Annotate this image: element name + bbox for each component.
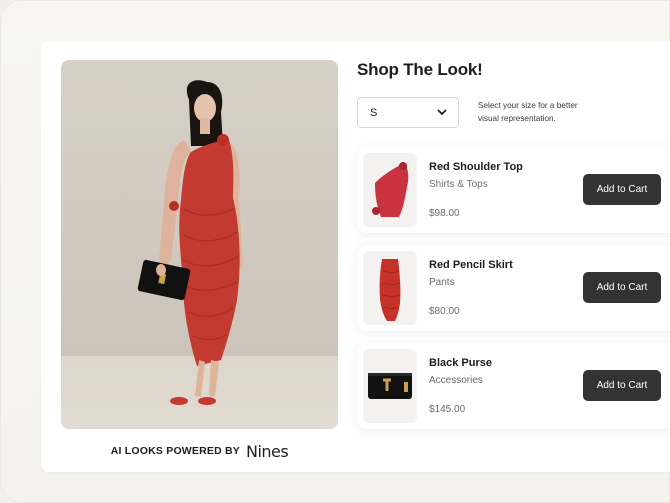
product-card: Red Shoulder Top Shirts & Tops $98.00 Ad… (357, 147, 670, 233)
red-skirt-image (379, 259, 401, 321)
page-title: Shop The Look! (357, 60, 483, 79)
product-category: Pants (429, 277, 455, 288)
add-to-cart-button[interactable]: Add to Cart (583, 174, 661, 205)
product-thumbnail[interactable] (363, 251, 417, 325)
product-price: $98.00 (429, 208, 460, 219)
powered-by: AI LOOKS POWERED BY Nines (61, 440, 338, 462)
red-top-image (372, 162, 409, 217)
model-figure (137, 80, 243, 405)
product-price: $145.00 (429, 404, 466, 415)
product-card: Red Pencil Skirt Pants $80.00 Add to Car… (357, 245, 670, 331)
product-category: Shirts & Tops (429, 179, 488, 190)
product-category: Accessories (429, 375, 483, 386)
model-photo (61, 60, 338, 429)
product-card: Black Purse Accessories $145.00 Add to C… (357, 343, 670, 429)
size-hint: Select your size for a better visual rep… (478, 101, 578, 123)
add-to-cart-button[interactable]: Add to Cart (583, 272, 661, 303)
product-thumbnail[interactable] (363, 153, 417, 227)
product-thumbnail[interactable] (363, 349, 417, 423)
size-select-value: S (370, 106, 378, 119)
black-purse-image (368, 373, 412, 399)
product-name[interactable]: Black Purse (429, 357, 492, 369)
brand-logo[interactable]: Nines (246, 442, 289, 461)
product-name[interactable]: Red Pencil Skirt (429, 259, 513, 271)
product-name[interactable]: Red Shoulder Top (429, 161, 523, 173)
chevron-down-icon (437, 109, 447, 116)
product-price: $80.00 (429, 306, 460, 317)
add-to-cart-button[interactable]: Add to Cart (583, 370, 661, 401)
size-select[interactable]: S (357, 97, 459, 128)
powered-by-text: AI LOOKS POWERED BY (110, 445, 240, 457)
